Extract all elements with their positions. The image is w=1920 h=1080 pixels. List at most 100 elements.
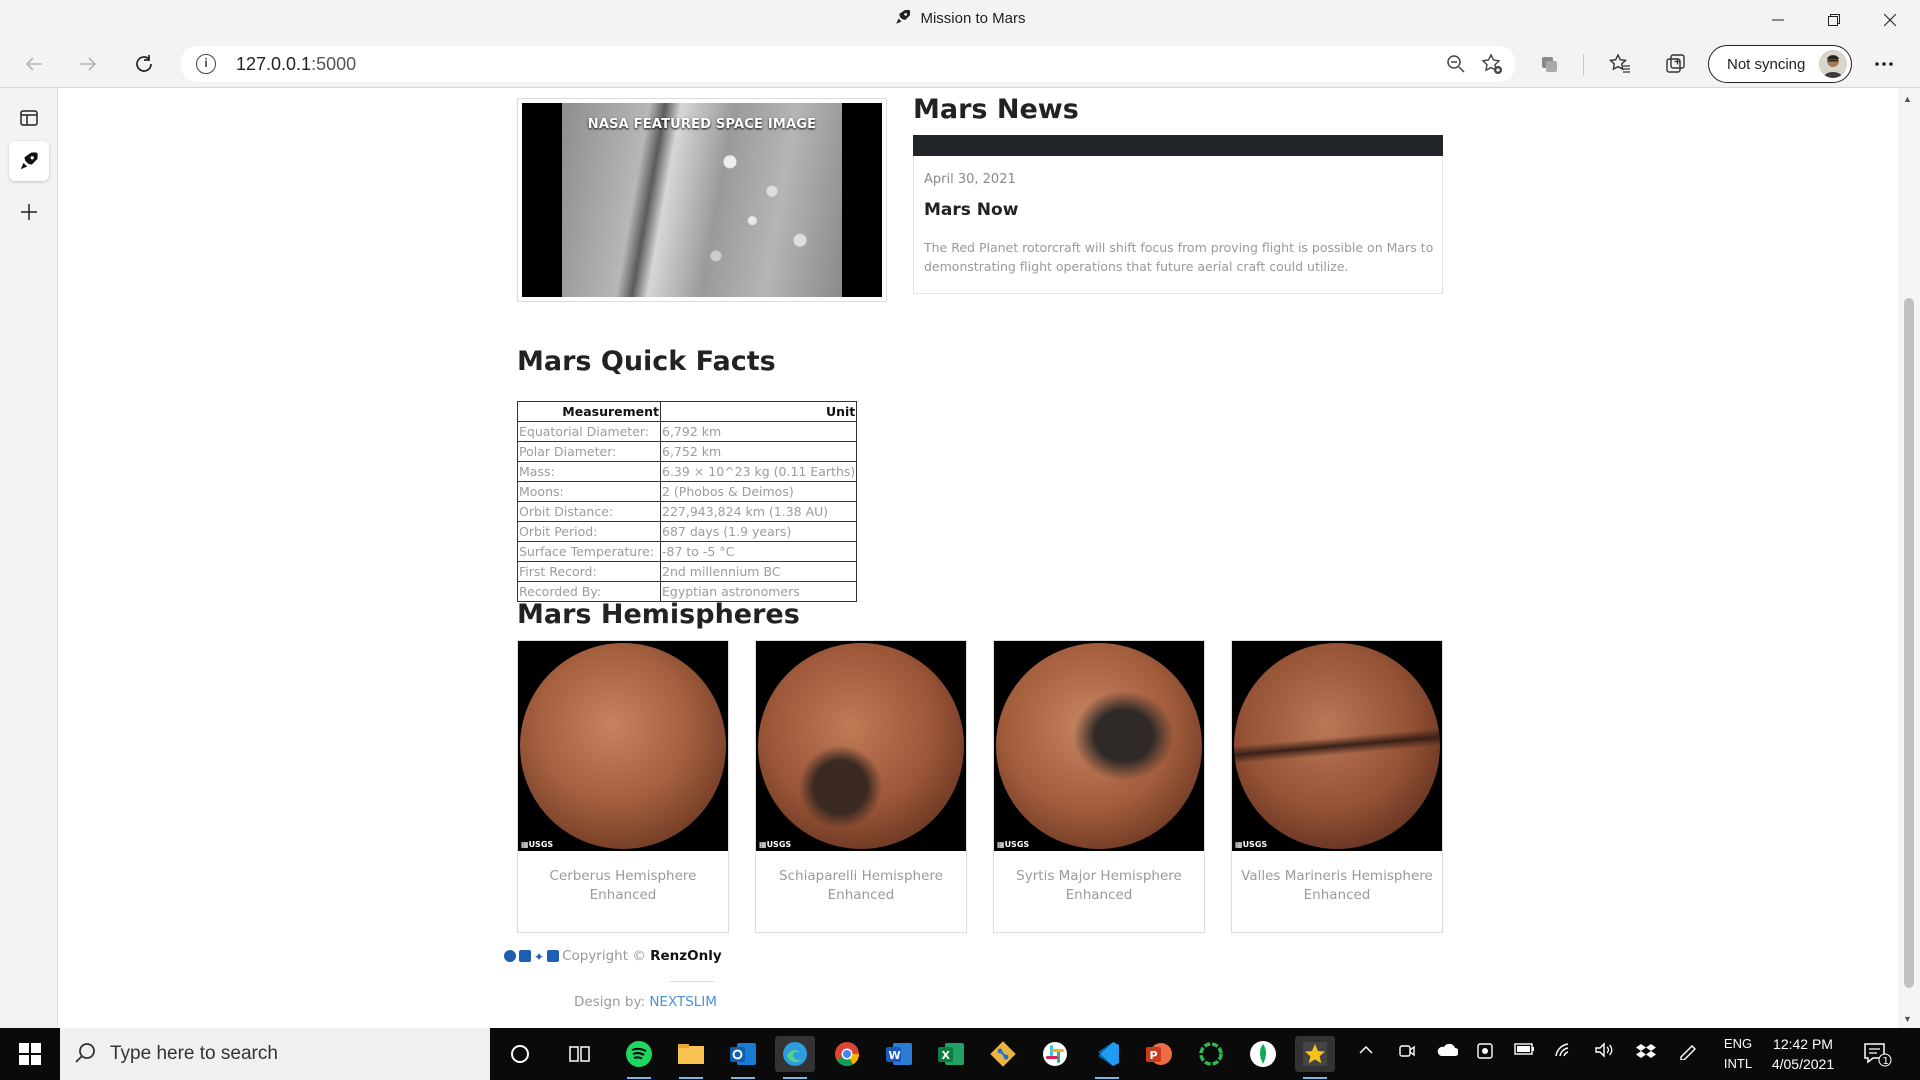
hemisphere-title[interactable]: Cerberus Hemisphere Enhanced: [526, 867, 720, 905]
hemisphere-image[interactable]: ▦USGS: [1232, 641, 1442, 851]
running-indicator: [1095, 1077, 1119, 1079]
twitter-icon[interactable]: ✦: [534, 950, 544, 964]
restore-button[interactable]: [1806, 0, 1862, 40]
clock-time: 12:42 PM: [1773, 1036, 1833, 1052]
taskbar-app-git[interactable]: [983, 1036, 1023, 1072]
url-text[interactable]: 127.0.0.1:5000: [236, 54, 356, 75]
usgs-logo: ▦USGS: [521, 840, 554, 849]
taskbar-app-slack[interactable]: [1035, 1036, 1075, 1072]
table-row: Mass: 6.39 × 10^23 kg (0.11 Earths): [517, 461, 858, 482]
table-cell: Moons:: [517, 481, 661, 502]
taskbar-app-mongodb[interactable]: [1243, 1036, 1283, 1072]
task-view-button[interactable]: [560, 1036, 600, 1072]
table-cell: First Record:: [517, 561, 661, 582]
collections-icon[interactable]: [1662, 50, 1690, 78]
hemisphere-image[interactable]: ▦USGS: [756, 641, 966, 851]
hemisphere-image[interactable]: ▦USGS: [994, 641, 1204, 851]
action-center-button[interactable]: 1: [1862, 1040, 1892, 1073]
news-heading: Mars News: [913, 94, 1079, 125]
close-icon: [1884, 14, 1896, 26]
pen-workspace-icon[interactable]: [1678, 1042, 1698, 1065]
back-button[interactable]: [16, 46, 52, 82]
running-indicator: [627, 1077, 651, 1079]
site-info-icon[interactable]: i: [196, 54, 216, 74]
tab-actions-button[interactable]: [9, 98, 49, 138]
table-cell: Polar Diameter:: [517, 441, 661, 462]
cortana-button[interactable]: [500, 1036, 540, 1072]
volume-icon[interactable]: [1594, 1042, 1614, 1063]
battery-icon[interactable]: [1514, 1042, 1536, 1061]
usgs-logo: ▦USGS: [759, 840, 792, 849]
taskbar-search-box[interactable]: Type here to search: [60, 1028, 490, 1080]
profile-sync-button[interactable]: Not syncing: [1708, 45, 1852, 83]
page-scrollbar[interactable]: ▲ ▼: [1898, 88, 1920, 1028]
taskbar-app-chrome[interactable]: [827, 1036, 867, 1072]
meet-now-icon[interactable]: [1398, 1042, 1416, 1065]
new-tab-button[interactable]: [9, 192, 49, 232]
table-cell: -87 to -5 °C: [659, 541, 858, 562]
mars-globe-schiaparelli: [758, 643, 964, 849]
usgs-logo: ▦USGS: [1235, 840, 1268, 849]
scroll-down-arrow-icon[interactable]: ▼: [1903, 1014, 1912, 1024]
page-viewport: NASA FEATURED SPACE IMAGE Mars News Apri…: [59, 88, 1898, 1028]
youtube-icon[interactable]: [547, 950, 560, 962]
taskbar-app-mission-to-mars[interactable]: [1295, 1036, 1335, 1079]
taskbar-app-edge[interactable]: [775, 1036, 815, 1079]
taskbar-app-green-ring[interactable]: [1191, 1036, 1231, 1072]
refresh-button[interactable]: [126, 46, 162, 82]
svg-text:W: W: [889, 1049, 901, 1062]
zoom-out-icon[interactable]: [1442, 50, 1470, 78]
extensions-icon[interactable]: [1535, 50, 1563, 78]
hemisphere-card-valles-marineris[interactable]: ▦USGS Valles Marineris Hemisphere Enhanc…: [1231, 640, 1443, 933]
taskbar-app-word[interactable]: W: [879, 1036, 919, 1072]
scrollbar-thumb[interactable]: [1904, 298, 1914, 988]
clock-date: 4/05/2021: [1771, 1056, 1835, 1072]
tab-mission-to-mars[interactable]: [9, 141, 49, 181]
hemisphere-card-schiaparelli[interactable]: ▦USGS Schiaparelli Hemisphere Enhanced: [755, 640, 967, 933]
designer-link[interactable]: NEXTSLIM: [649, 994, 717, 1010]
mars-globe-valles-marineris: [1234, 643, 1440, 849]
hemisphere-title[interactable]: Schiaparelli Hemisphere Enhanced: [764, 867, 958, 905]
table-row: First Record: 2nd millennium BC: [517, 561, 858, 582]
add-favorite-icon[interactable]: [1478, 50, 1506, 78]
table-cell: 6,792 km: [659, 421, 858, 442]
address-bar[interactable]: i 127.0.0.1:5000: [180, 46, 1516, 82]
start-button[interactable]: [0, 1028, 60, 1080]
hemisphere-card-syrtis-major[interactable]: ▦USGS Syrtis Major Hemisphere Enhanced: [993, 640, 1205, 933]
facebook-icon[interactable]: [504, 950, 516, 962]
input-language-indicator[interactable]: ENG INTL: [1716, 1034, 1760, 1074]
favorites-icon[interactable]: [1606, 50, 1634, 78]
dropbox-icon[interactable]: [1636, 1042, 1656, 1065]
wifi-icon[interactable]: [1554, 1042, 1574, 1063]
hemisphere-title[interactable]: Valles Marineris Hemisphere Enhanced: [1240, 867, 1434, 905]
taskbar-app-vscode[interactable]: [1087, 1036, 1127, 1079]
taskbar-app-file-explorer[interactable]: [671, 1036, 711, 1079]
scroll-up-arrow-icon[interactable]: ▲: [1903, 94, 1912, 104]
more-icon[interactable]: [1870, 50, 1898, 78]
tray-app-icon[interactable]: [1476, 1042, 1494, 1065]
table-cell: 6.39 × 10^23 kg (0.11 Earths): [659, 461, 858, 482]
hemisphere-card-cerberus[interactable]: ▦USGS Cerberus Hemisphere Enhanced: [517, 640, 729, 933]
hemispheres-heading: Mars Hemispheres: [517, 599, 800, 630]
taskbar-app-spotify[interactable]: [619, 1036, 659, 1079]
design-credit: Design by: NEXTSLIM: [574, 994, 717, 1010]
forward-button[interactable]: [70, 46, 106, 82]
footer-copyright: ✦ Copyright © RenzOnly: [504, 948, 722, 964]
hemisphere-image[interactable]: ▦USGS: [518, 641, 728, 851]
system-clock[interactable]: 12:42 PM 4/05/2021: [1760, 1034, 1846, 1074]
onedrive-icon[interactable]: [1436, 1042, 1459, 1063]
taskbar-app-excel[interactable]: X: [931, 1036, 971, 1072]
instagram-icon[interactable]: [519, 950, 531, 962]
close-button[interactable]: [1862, 0, 1918, 40]
taskbar-app-outlook[interactable]: [723, 1036, 763, 1079]
table-row: Orbit Distance: 227,943,824 km (1.38 AU): [517, 501, 858, 522]
hemisphere-title[interactable]: Syrtis Major Hemisphere Enhanced: [1002, 867, 1196, 905]
refresh-icon: [136, 55, 152, 72]
featured-space-image[interactable]: NASA FEATURED SPACE IMAGE: [522, 103, 882, 297]
minimize-button[interactable]: [1750, 0, 1806, 40]
taskbar-app-powerpoint[interactable]: P: [1139, 1036, 1179, 1072]
show-hidden-icons-button[interactable]: [1358, 1042, 1374, 1063]
mongodb-icon: [1250, 1041, 1276, 1067]
featured-image-card[interactable]: NASA FEATURED SPACE IMAGE: [517, 98, 887, 302]
tab-actions-icon: [20, 110, 38, 126]
